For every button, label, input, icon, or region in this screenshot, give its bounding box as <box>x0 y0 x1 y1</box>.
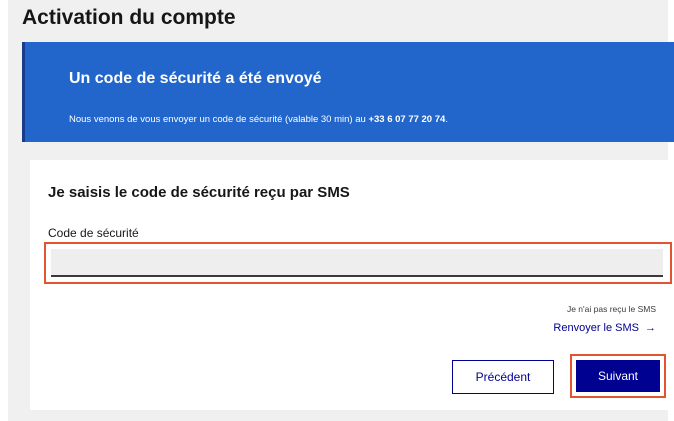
next-button-highlight: Suivant <box>570 354 666 398</box>
info-banner: Un code de sécurité a été envoyé Nous ve… <box>22 42 674 142</box>
resend-sms-label: Renvoyer le SMS <box>553 322 639 334</box>
code-input-highlight <box>44 242 672 284</box>
banner-text-after: . <box>445 114 448 125</box>
code-form-card: Je saisis le code de sécurité reçu par S… <box>30 160 674 410</box>
arrow-right-icon: → <box>645 322 656 334</box>
previous-button[interactable]: Précédent <box>452 360 554 394</box>
banner-title: Un code de sécurité a été envoyé <box>69 70 322 87</box>
form-title: Je saisis le code de sécurité reçu par S… <box>48 184 350 201</box>
security-code-input[interactable] <box>51 249 663 277</box>
phone-number: +33 6 07 77 20 74 <box>368 114 446 125</box>
banner-text-before: Nous venons de vous envoyer un code de s… <box>69 114 369 125</box>
next-button[interactable]: Suivant <box>576 360 660 392</box>
page-title: Activation du compte <box>22 6 236 29</box>
sms-not-received-text: Je n'ai pas reçu le SMS <box>566 304 656 314</box>
page-background: Activation du compte Un code de sécurité… <box>8 0 674 421</box>
code-field-label: Code de sécurité <box>48 226 139 240</box>
resend-sms-link[interactable]: Renvoyer le SMS → <box>553 322 656 334</box>
banner-text: Nous venons de vous envoyer un code de s… <box>69 114 448 125</box>
